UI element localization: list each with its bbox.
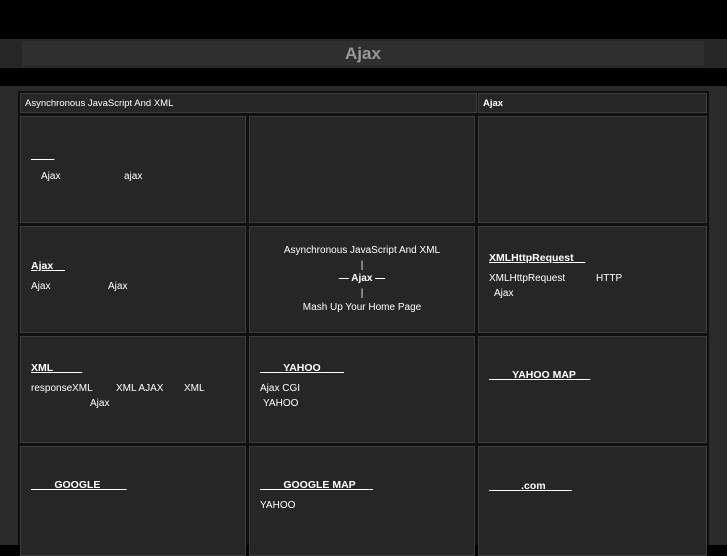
cell-r1c1-text-b: ajax — [124, 171, 143, 182]
top-row-left-label: Asynchronous JavaScript And XML — [20, 93, 477, 113]
cell-r2c2: Asynchronous JavaScript And XML | — Ajax… — [249, 226, 475, 333]
cell-r2c3-text-b: HTTP — [596, 273, 623, 284]
header-band: Ajax — [0, 39, 727, 68]
cell-r4c3-title[interactable]: .com — [489, 480, 572, 492]
cell-r1c1-text-a: Ajax — [41, 171, 61, 182]
cell-r2c1-text-a: Ajax — [31, 281, 51, 292]
cell-r2c1-title[interactable]: Ajax — [31, 260, 65, 272]
cell-r3c3: YAHOO MAP — [478, 336, 707, 443]
cell-r2c2-line1: Asynchronous JavaScript And XML — [283, 245, 441, 256]
cell-r3c1-text-c: XML — [184, 383, 205, 394]
cell-r2c2-separator-1: | — [360, 260, 364, 271]
cell-r1c1: ____ Ajax ajax — [20, 116, 246, 223]
cell-r2c3-text-c: Ajax — [494, 288, 514, 299]
cell-r3c2-title[interactable]: YAHOO — [260, 362, 344, 374]
cell-r3c1-title[interactable]: XML — [31, 362, 82, 374]
cell-r3c1-text-a: responseXML — [31, 383, 93, 394]
cell-r1c1-title[interactable]: ____ — [31, 149, 54, 161]
cell-r2c3-text-a: XMLHttpRequest — [489, 273, 566, 284]
site-title: Ajax — [22, 41, 704, 66]
cell-r4c1: GOOGLE — [20, 446, 246, 556]
cell-r3c1-text-d: Ajax — [90, 398, 110, 409]
cell-r3c2: YAHOO Ajax CGI YAHOO — [249, 336, 475, 443]
cell-r4c1-title[interactable]: GOOGLE — [31, 479, 127, 491]
cell-r2c2-line2: — Ajax — — [338, 273, 386, 284]
cell-r3c3-title[interactable]: YAHOO MAP — [489, 369, 590, 381]
cell-r2c1-text-b: Ajax — [108, 281, 128, 292]
cell-r2c3-title[interactable]: XMLHttpRequest — [489, 252, 585, 264]
cell-r2c2-line3: Mash Up Your Home Page — [302, 302, 422, 313]
cell-r4c2: GOOGLE MAP YAHOO — [249, 446, 475, 556]
cell-r2c1: Ajax Ajax Ajax — [20, 226, 246, 333]
cell-r2c2-separator-2: | — [360, 288, 364, 299]
cell-r4c2-title[interactable]: GOOGLE MAP — [260, 479, 373, 491]
top-row-right-label: Ajax — [478, 93, 707, 113]
cell-r3c2-text-b: YAHOO — [263, 398, 299, 409]
cell-r4c2-text-a: YAHOO — [260, 500, 296, 511]
cell-r1c2 — [249, 116, 475, 223]
cell-r2c3: XMLHttpRequest XMLHttpRequest HTTP Ajax — [478, 226, 707, 333]
cell-r3c2-text-a: Ajax CGI — [260, 383, 301, 394]
main-area: Asynchronous JavaScript And XML Ajax ___… — [0, 86, 727, 556]
cell-r4c3: .com — [478, 446, 707, 556]
cell-r3c1-text-b: XML AJAX — [116, 383, 164, 394]
cell-r1c3 — [478, 116, 707, 223]
cell-r3c1: XML responseXML XML AJAX XML Ajax — [20, 336, 246, 443]
content-grid: Asynchronous JavaScript And XML Ajax ___… — [18, 91, 709, 556]
